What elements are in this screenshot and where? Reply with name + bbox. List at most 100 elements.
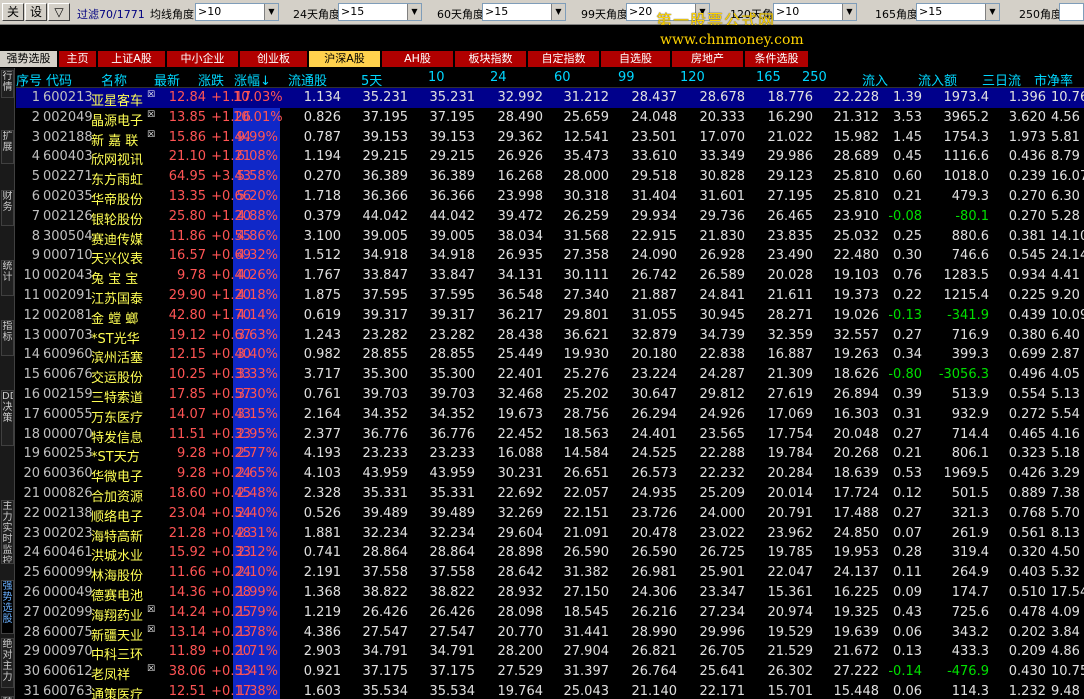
cell-d60: 22.151 [563,505,610,521]
table-row[interactable]: 1 600213 亚星客车 ☒ 12.84 +1.17 10.03% 1.134 35.231 3… [16,88,1084,109]
table-row[interactable]: 19 600253 *ST天方 9.28 +0.25 2.77% 4.193 23.233 23… [16,444,1084,465]
tab-7[interactable]: 板块指数 [455,51,526,67]
cell-d60: 36.621 [563,327,610,343]
cell-pb: 4.05 [1051,367,1080,383]
table-row[interactable]: 25 600099 林海股份 11.66 +0.24 2.10% 2.191 37.558 37… [16,563,1084,584]
tab-8[interactable]: 自定指数 [528,51,599,67]
column-header-15[interactable]: 流入 [862,70,888,89]
side-tab-3[interactable]: 统计 [1,260,14,296]
tab-1[interactable]: 主页 [59,51,96,67]
cell-d5: 32.234 [362,525,409,541]
table-row[interactable]: 18 000070 特发信息 11.51 +0.33 2.95% 2.377 36.776 36… [16,425,1084,446]
cell-d10: 43.959 [429,466,476,482]
side-tab-2[interactable]: 财务 [1,190,14,226]
side-tab-1[interactable]: 扩展 [1,130,14,164]
table-row[interactable]: 16 002159 三特索道 17.85 +0.57 3.30% 0.761 39.703 39… [16,385,1084,406]
table-row[interactable]: 10 002043 兔 宝 宝 9.78 +0.40 4.26% 1.767 33.847 33… [16,266,1084,287]
table-row[interactable]: 2 002049 晶源电子 ☒ 13.85 +1.26 10.01% 0.826 37.195 3… [16,108,1084,129]
table-row[interactable]: 26 000049 德赛电池 14.36 +0.28 1.99% 1.368 38.822 38… [16,583,1084,604]
column-header-6[interactable]: 流通股 [288,70,327,89]
table-row[interactable]: 29 000970 中科三环 11.89 +0.20 1.71% 2.903 34.791 34… [16,642,1084,663]
column-header-17[interactable]: 三日流 [982,70,1021,89]
column-header-10[interactable]: 60 [554,70,571,85]
side-tab-4[interactable]: 指标 [1,320,14,356]
column-header-5[interactable]: 涨幅↓ [234,70,271,89]
cell-pb: 4.50 [1051,545,1080,561]
table-row[interactable]: 31 600763 通策医疗 12.51 +0.17 1.38% 1.603 35.534 35… [16,682,1084,699]
table-row[interactable]: 11 002091 江苏国泰 29.90 +1.20 4.18% 1.875 37.595 37… [16,286,1084,307]
cell-d99: 26.590 [631,545,678,561]
side-tab-6[interactable]: 主力实时监控 [1,500,14,564]
cell-d99: 26.764 [631,664,678,680]
table-row[interactable]: 6 002035 华帝股份 13.35 +0.66 5.20% 1.718 36.366 36.… [16,187,1084,208]
table-row[interactable]: 12 002081 金 螳 螂 42.80 +1.70 4.14% 0.619 39.317 3… [16,306,1084,327]
column-header-4[interactable]: 涨跌 [198,70,224,89]
side-tab-5[interactable]: DDE决策 [1,390,14,446]
table-row[interactable]: 21 000826 合加资源 18.60 +0.45 2.48% 2.328 35.331 35… [16,484,1084,505]
table-row[interactable]: 14 600960 滨州活塞 12.15 +0.40 3.40% 0.982 28.855 28… [16,345,1084,366]
table-row[interactable]: 8 300504 赛迪传媒 11.86 +0.55 4.86% 3.100 39.005 39.… [16,227,1084,248]
cell-d5: 36.776 [362,426,409,442]
cell-d250: 19.026 [833,307,880,323]
column-header-7[interactable]: 5天 [361,70,382,89]
tab-2[interactable]: 上证A股 [98,51,165,67]
filter-select-60[interactable]: >15 ▼ [482,3,566,21]
column-header-16[interactable]: 流入额 [918,70,957,89]
cell-inflow: 0.34 [893,347,922,363]
tab-0[interactable]: 强势选股 [0,51,57,67]
column-header-14[interactable]: 250 [802,70,827,85]
table-row[interactable]: 7 002126 银轮股份 25.80 +1.20 4.88% 0.379 44.042 44.… [16,207,1084,228]
table-row[interactable]: 13 000703 *ST光华 19.12 +0.67 3.63% 1.243 23.282 2… [16,326,1084,347]
column-header-1[interactable]: 代码 [46,70,72,89]
tab-10[interactable]: 房地产 [672,51,743,67]
cell-d5: 28.864 [362,545,409,561]
filter-select-ma[interactable]: >10 ▼ [195,3,279,21]
cell-inamt: 746.6 [951,248,989,264]
cell-code: 600360 [43,466,93,482]
settings-button[interactable]: 设 [25,3,47,21]
table-row[interactable]: 3 002188 新 嘉 联 ☒ 15.86 +1.44 9.99% 0.787 39.153 3… [16,128,1084,149]
column-header-3[interactable]: 最新 [154,70,180,89]
cell-last: 19.12 [168,327,206,343]
table-row[interactable]: 17 600055 万东医疗 14.07 +0.43 3.15% 2.164 34.352 34… [16,405,1084,426]
tab-3[interactable]: 中小企业 [167,51,238,67]
cell-inamt: 1973.4 [943,90,990,105]
filter-select-24[interactable]: >15 ▼ [338,3,422,21]
column-header-13[interactable]: 165 [756,70,781,85]
filter-select-120[interactable]: >10 ▼ [773,3,857,21]
close-button[interactable]: 关 [2,3,24,21]
column-header-0[interactable]: 序号 [16,70,42,89]
table-row[interactable]: 27 002099 海翔药业 ☒ 14.24 +0.25 1.79% 1.219 26.426 2… [16,603,1084,624]
tab-4[interactable]: 创业板 [240,51,307,67]
side-tab-8[interactable]: 绝对主力 [1,638,14,688]
column-header-2[interactable]: 名称 [101,70,127,89]
table-row[interactable]: 23 002023 海特高新 21.28 +0.48 2.31% 1.881 32.234 32… [16,524,1084,545]
side-tab-0[interactable]: 行情 [1,70,14,98]
cell-pct: 3.30% [236,387,278,402]
column-header-12[interactable]: 120 [680,70,705,85]
cell-name: 江苏国泰 [91,292,144,307]
tab-9[interactable]: 自选股 [601,51,670,67]
table-row[interactable]: 24 600461 洪城水业 15.92 +0.33 2.12% 0.741 28.864 28… [16,543,1084,564]
table-row[interactable]: 9 000710 天兴仪表 16.57 +0.69 4.32% 1.512 34.918 34.… [16,246,1084,267]
column-header-8[interactable]: 10 [428,70,445,85]
table-row[interactable]: 5 002271 东方雨虹 64.95 +3.43 5.58% 0.270 36.389 36.… [16,167,1084,188]
table-row[interactable]: 28 600075 新疆天业 ☒ 13.14 +0.23 1.78% 4.386 27.547 2… [16,623,1084,644]
cell-d120: 25.901 [699,565,746,581]
dropdown-button[interactable]: ▽ [48,3,70,21]
tab-5[interactable]: 沪深A股 [309,51,380,67]
table-row[interactable]: 20 600360 华微电子 9.28 +0.24 2.65% 4.103 43.959 43.… [16,464,1084,485]
tab-6[interactable]: AH股 [382,51,453,67]
table-row[interactable]: 4 600403 欣网视讯 21.10 +1.21 6.08% 1.194 29.215 29.… [16,147,1084,168]
column-header-18[interactable]: 市净率 [1034,70,1073,89]
side-tab-7[interactable]: 强势选股 [1,580,14,634]
table-row[interactable]: 22 002138 顺络电子 23.04 +0.54 2.40% 0.526 39.489 39… [16,504,1084,525]
tab-11[interactable]: 条件选股 [745,51,808,67]
column-header-9[interactable]: 24 [490,70,507,85]
column-header-11[interactable]: 99 [618,70,635,85]
filter-select-165[interactable]: >15 ▼ [916,3,1000,21]
table-row[interactable]: 15 600676 交运股份 10.25 +0.33 3.33% 3.717 35.300 35… [16,365,1084,386]
filter-select-250[interactable] [1059,3,1084,21]
table-row[interactable]: 30 600612 老凤祥 ☒ 38.06 +0.53 1.41% 0.921 37.175 37… [16,662,1084,683]
cell-d60: 30.111 [563,268,610,284]
